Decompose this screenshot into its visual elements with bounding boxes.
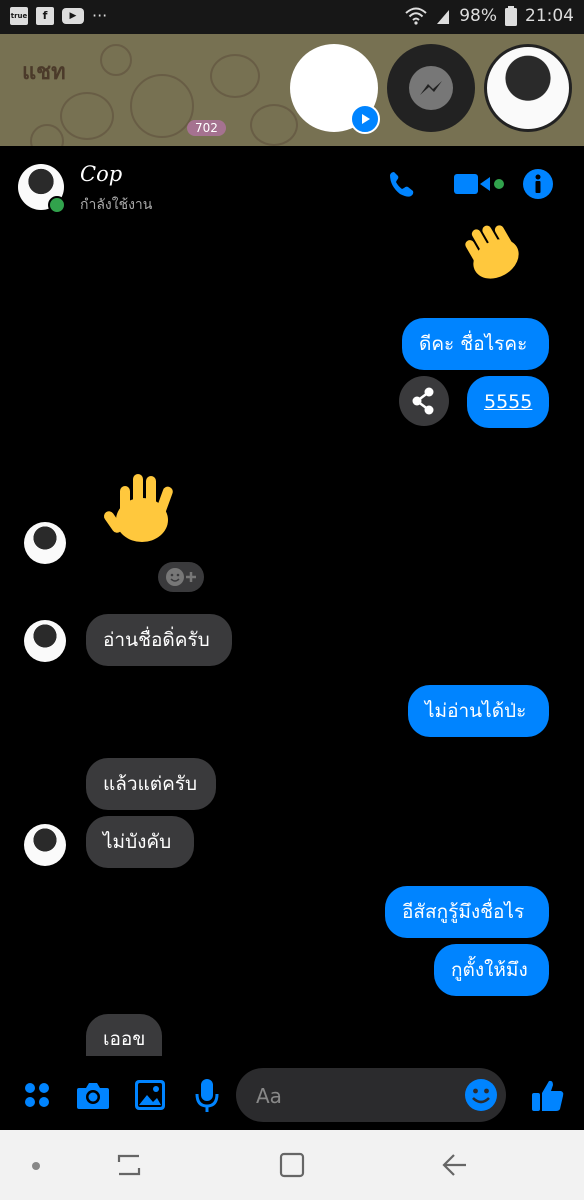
status-bar: true f ▶ ··· 98% 21:04	[0, 0, 584, 34]
home-icon[interactable]	[279, 1152, 305, 1178]
message-incoming[interactable]: เออข	[86, 1014, 162, 1056]
contact-avatar-small[interactable]	[24, 522, 66, 564]
messenger-icon	[409, 66, 453, 110]
wave-emoji	[103, 474, 173, 542]
chat-header: Cop กำลังใช้งาน	[0, 146, 584, 226]
unread-badge: 702	[187, 120, 226, 136]
youtube-icon: ▶	[62, 7, 84, 24]
home-dot-icon[interactable]	[30, 1160, 42, 1172]
carrier-icon: true	[10, 6, 28, 25]
battery-percent: 98%	[459, 6, 497, 26]
facebook-icon: f	[36, 6, 54, 25]
message-outgoing-link[interactable]: 5555	[467, 376, 549, 428]
clock: 21:04	[525, 6, 574, 26]
contact-name[interactable]: Cop	[80, 162, 122, 186]
message-outgoing[interactable]: กูตั้งให้มึง	[434, 944, 549, 996]
share-button[interactable]	[399, 376, 449, 426]
composer-bar: Aa	[0, 1068, 584, 1130]
contact-avatar-small[interactable]	[24, 824, 66, 866]
message-outgoing[interactable]: อีสัสกูรู้มึงชื่อไร	[385, 886, 549, 938]
wifi-icon	[405, 7, 427, 25]
camera-icon[interactable]	[76, 1080, 110, 1110]
add-reaction-button[interactable]	[158, 562, 204, 592]
mic-icon[interactable]	[194, 1078, 220, 1114]
chat-panel: Cop กำลังใช้งาน ดีคะ ชื่อไรคะ 5555 อ่านช…	[0, 146, 584, 1130]
messenger-chat-head[interactable]	[387, 44, 475, 132]
system-nav-bar	[0, 1130, 584, 1200]
like-icon[interactable]	[530, 1078, 566, 1114]
add-reaction-icon	[166, 568, 196, 586]
message-incoming[interactable]: อ่านชื่อดิ่ครับ	[86, 614, 232, 666]
grid-icon[interactable]	[22, 1080, 52, 1110]
battery-icon	[505, 6, 517, 26]
emoji-icon[interactable]	[464, 1078, 498, 1112]
message-incoming[interactable]: แล้วแต่ครับ	[86, 758, 216, 810]
recent-apps-icon[interactable]	[114, 1152, 144, 1178]
message-input-placeholder: Aa	[256, 1084, 282, 1108]
background-app: แชท 702	[0, 34, 584, 146]
play-icon	[350, 104, 380, 134]
phone-icon[interactable]	[386, 168, 418, 200]
wave-emoji	[465, 225, 519, 279]
more-notifications: ···	[92, 6, 108, 25]
gallery-icon[interactable]	[134, 1079, 166, 1111]
online-indicator	[48, 196, 66, 214]
signal-icon	[437, 10, 450, 24]
info-icon[interactable]	[522, 168, 554, 200]
contact-avatar-small[interactable]	[24, 620, 66, 662]
background-app-title: แชท	[22, 60, 66, 85]
video-call-icon[interactable]	[452, 168, 508, 200]
share-icon	[412, 387, 434, 415]
message-outgoing[interactable]: ดีคะ ชื่อไรคะ	[402, 318, 549, 370]
contact-chat-head[interactable]	[484, 44, 572, 132]
message-input[interactable]: Aa	[236, 1068, 506, 1122]
chat-head-empty[interactable]	[290, 44, 380, 134]
message-incoming[interactable]: ไม่บังคับ	[86, 816, 194, 868]
back-icon[interactable]	[440, 1150, 470, 1180]
message-outgoing[interactable]: ไม่อ่านได้ป่ะ	[408, 685, 549, 737]
active-status: กำลังใช้งาน	[80, 197, 153, 213]
